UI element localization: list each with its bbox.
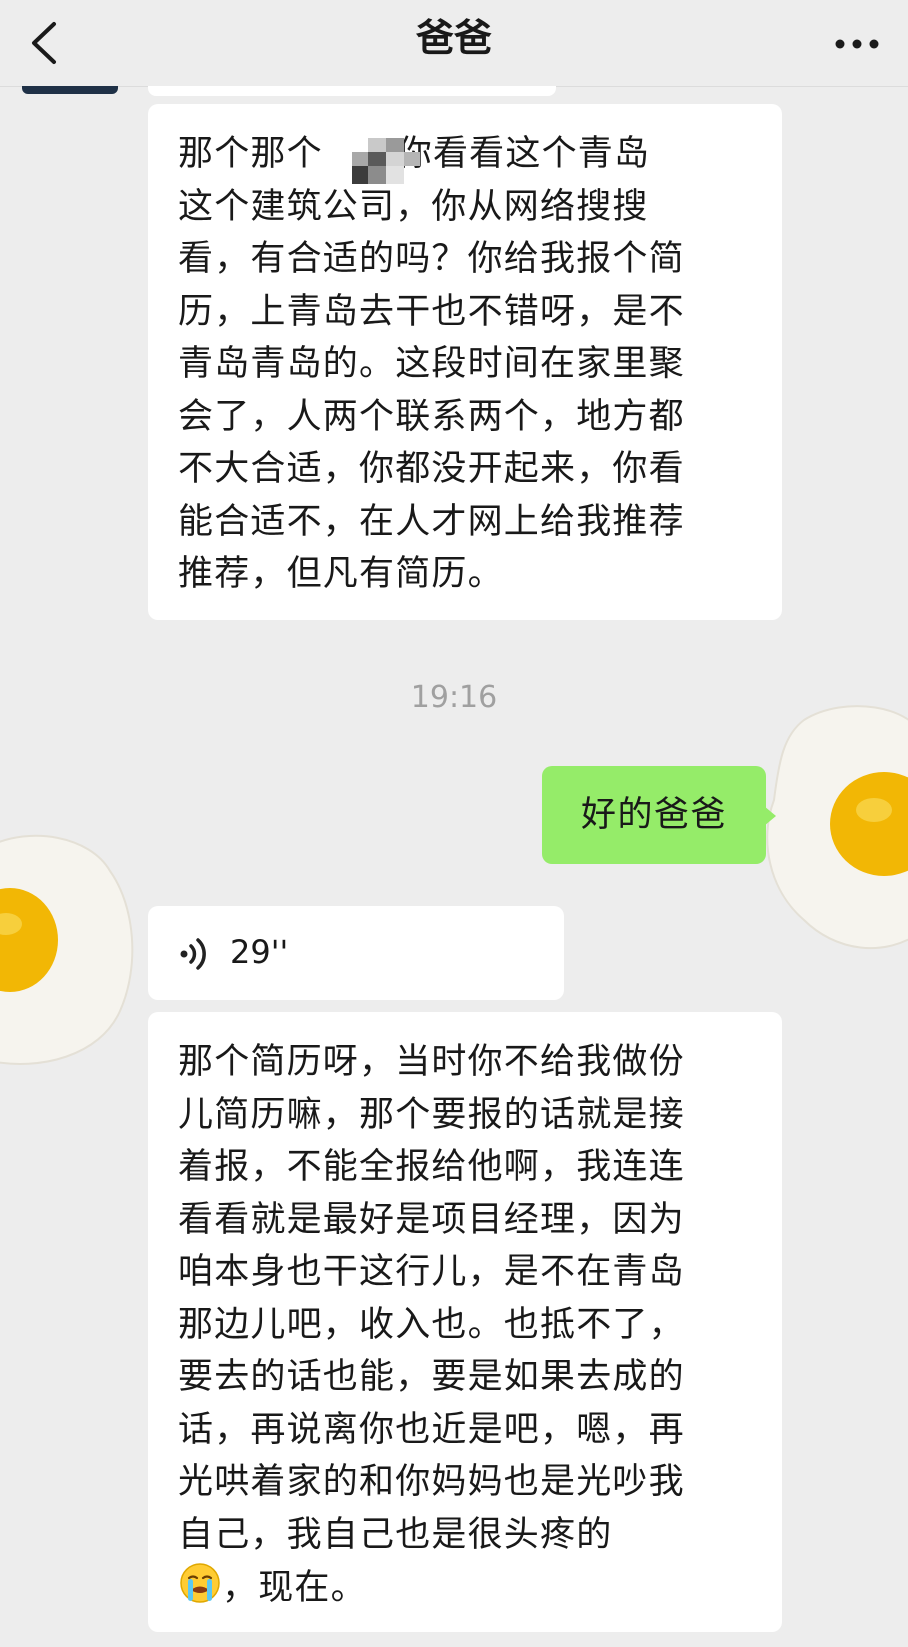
message-line: 自己，我自己也是很头疼的 (178, 1514, 613, 1555)
message-line: 着报，不能全报给他啊，我连连 (178, 1147, 685, 1187)
message-line: 那边儿吧，收入也。也抵不了， (178, 1304, 685, 1345)
message-line: 那个那个 你看看这个青岛 (178, 134, 651, 174)
message-line: 咱本身也干这行儿，是不在青岛 (178, 1252, 685, 1292)
message-line: 会了，人两个联系两个，地方都 (178, 396, 685, 437)
chat-title: 爸爸 (415, 16, 492, 60)
message-line: 能合适不，在人才网上给我推荐 (178, 501, 685, 542)
chat-header: 爸爸 (0, 0, 908, 87)
message-line: 话，再说离你也近是吧，嗯，再 (178, 1409, 685, 1450)
message-line: 要去的话也能，要是如果去成的 (178, 1357, 685, 1397)
voice-duration: 29'' (230, 933, 289, 971)
fried-egg-sticker (0, 834, 134, 1065)
voice-wave-icon (180, 938, 206, 970)
received-text-message[interactable]: 那个那个 你看看这个青岛 这个建筑公司，你从网络搜搜 看，有合适的吗？你给我报个… (148, 104, 782, 620)
previous-message-bubble[interactable] (148, 86, 556, 96)
message-line: 看看就是最好是项目经理，因为 (178, 1199, 685, 1240)
message-line: 看，有合适的吗？你给我报个简 (178, 239, 685, 279)
message-line: 这个建筑公司，你从网络搜搜 (178, 186, 649, 227)
message-line: 儿简历嘛，那个要报的话就是接 (178, 1094, 685, 1135)
message-line-last: ，现在。 (178, 1561, 752, 1615)
message-line: 不大合适，你都没开起来，你看 (178, 449, 685, 489)
message-line: 那个简历呀，当时你不给我做份 (178, 1042, 685, 1082)
message-line: 历，上青岛去干也不错呀，是不 (178, 291, 685, 332)
contact-avatar[interactable] (22, 86, 118, 94)
received-text-message[interactable]: 那个简历呀，当时你不给我做份 儿简历嘛，那个要报的话就是接 着报，不能全报给他啊… (148, 1012, 782, 1632)
sent-bubble-tail (764, 806, 776, 826)
message-line: 推荐，但凡有简历。 (178, 554, 504, 594)
crying-emoji-icon (180, 1563, 220, 1603)
more-dots-icon[interactable] (832, 24, 882, 64)
message-line: 青岛青岛的。这段时间在家里聚 (178, 344, 685, 384)
sent-text-message[interactable]: 好的爸爸 (542, 766, 766, 864)
voice-message[interactable]: 29'' (148, 906, 564, 1000)
message-line: 光哄着家的和你妈妈也是光吵我 (178, 1462, 685, 1502)
fried-egg-sticker (766, 705, 908, 950)
censored-name-mosaic (352, 138, 420, 184)
